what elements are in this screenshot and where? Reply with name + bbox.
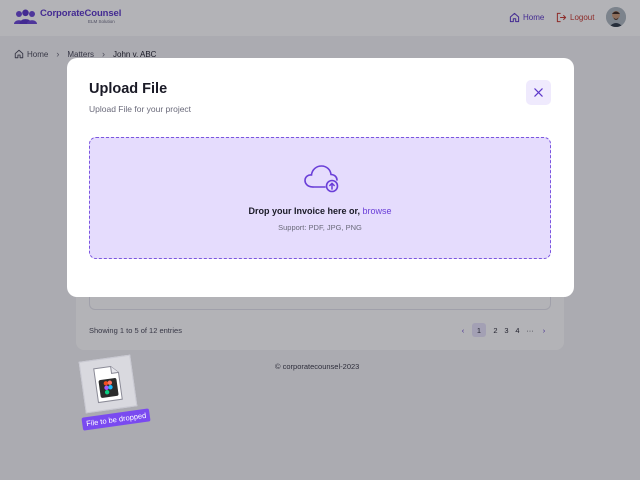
dragged-file[interactable] xyxy=(78,354,138,414)
close-icon xyxy=(534,88,543,97)
dropzone-text: Drop your Invoice here or, xyxy=(248,206,360,216)
cloud-upload-icon xyxy=(304,165,339,193)
close-button[interactable] xyxy=(526,80,551,105)
upload-file-modal: Upload File Upload File for your project… xyxy=(67,58,574,297)
figma-file-icon xyxy=(93,365,123,404)
dropzone-instructions: Drop your Invoice here or, browse xyxy=(90,206,550,216)
supported-formats: Support: PDF, JPG, PNG xyxy=(278,223,362,232)
file-dropzone[interactable]: Drop your Invoice here or, browse Suppor… xyxy=(89,137,551,259)
modal-subtitle: Upload File for your project xyxy=(89,104,192,114)
browse-link[interactable]: browse xyxy=(363,206,392,216)
modal-title: Upload File xyxy=(89,81,168,97)
